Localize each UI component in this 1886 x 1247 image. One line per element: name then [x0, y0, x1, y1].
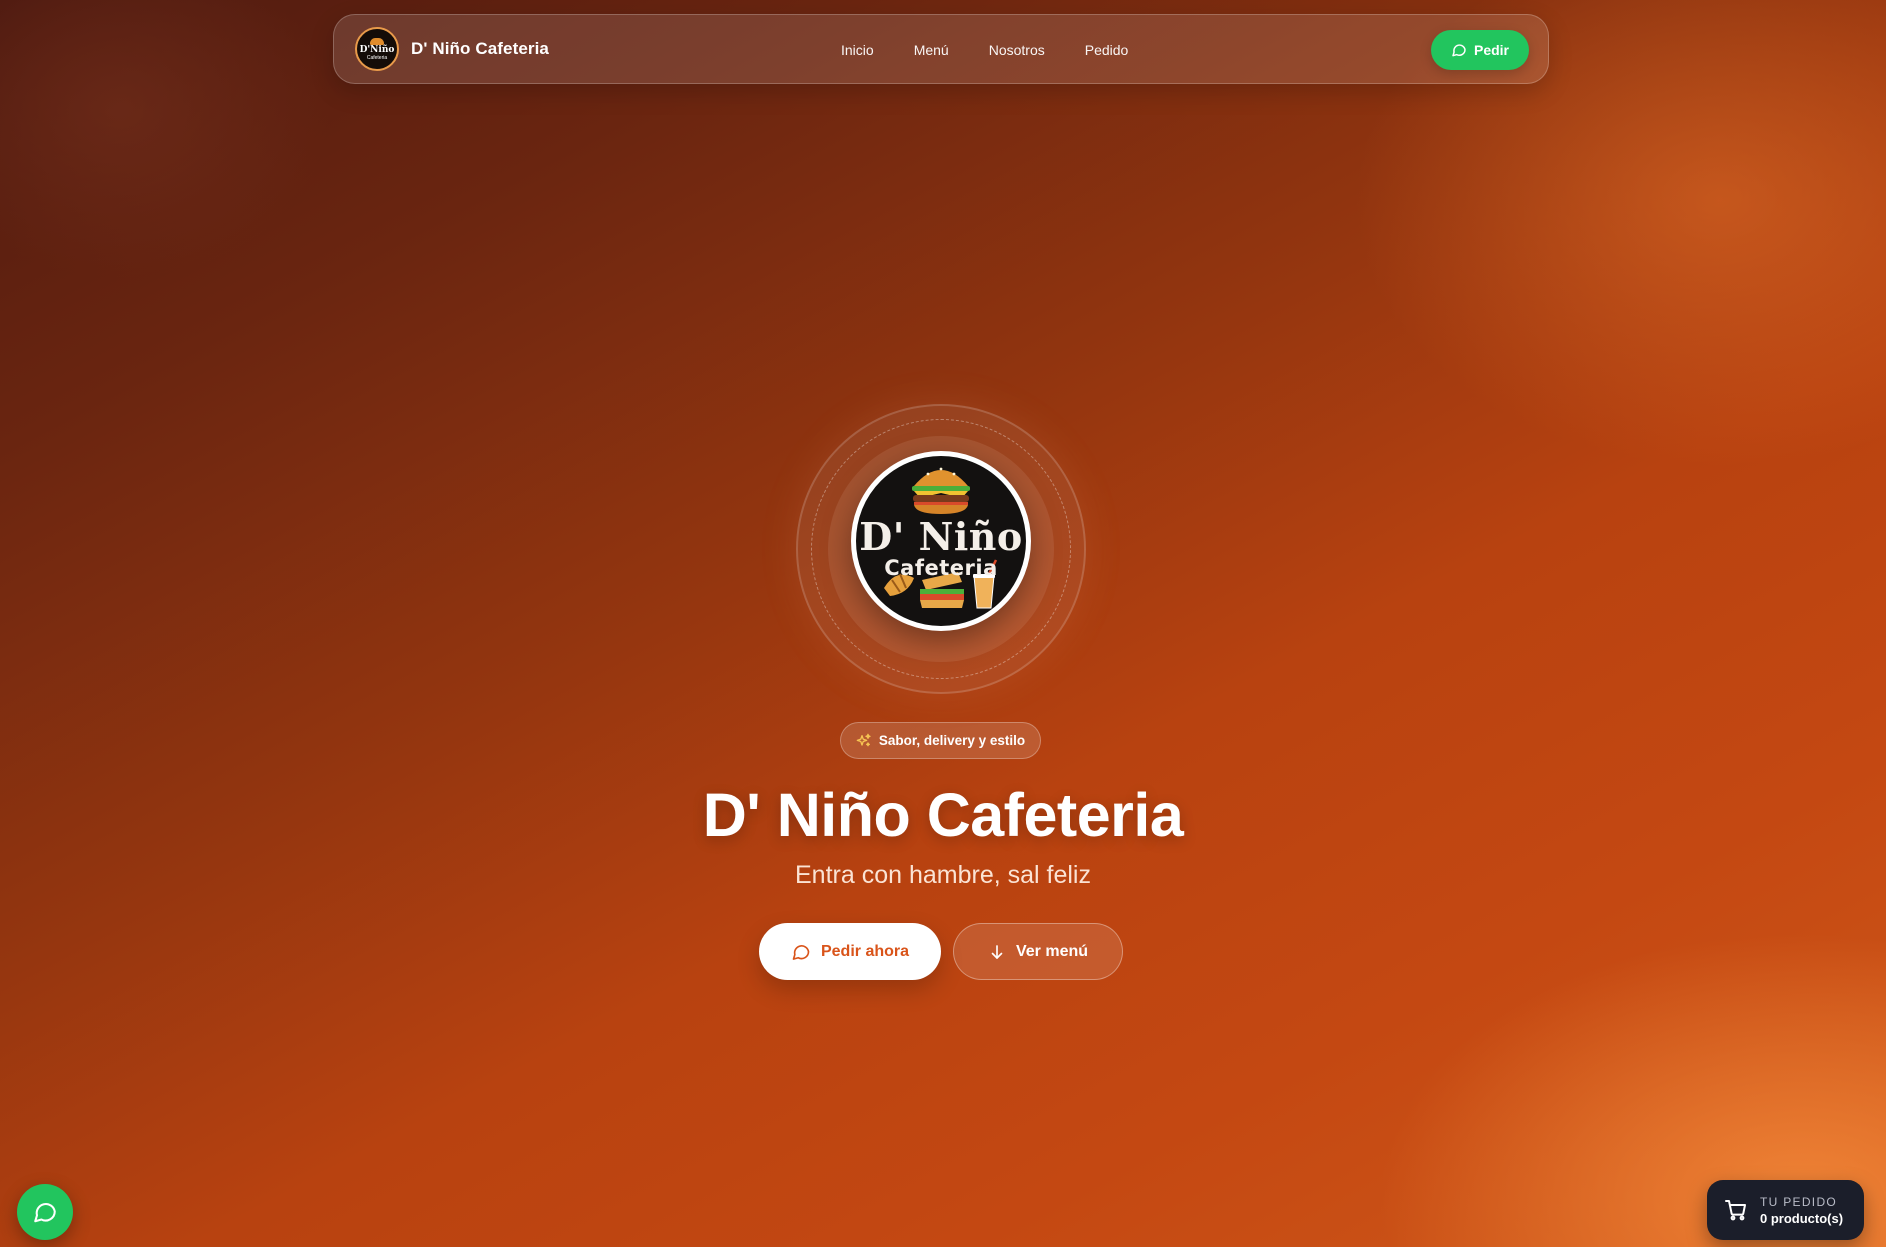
- nav-link-menu[interactable]: Menú: [914, 42, 949, 58]
- chat-bubble-icon: [791, 942, 811, 962]
- whatsapp-float-button[interactable]: [17, 1184, 73, 1240]
- chat-bubble-icon: [32, 1199, 58, 1225]
- cart-label: TU PEDIDO: [1760, 1194, 1838, 1209]
- arrow-down-icon: [988, 943, 1006, 961]
- brand-logo: D'Niño Cafeteria: [355, 27, 399, 71]
- nav-link-nosotros[interactable]: Nosotros: [989, 42, 1045, 58]
- tagline-badge: Sabor, delivery y estilo: [840, 722, 1041, 759]
- brand-name: D' Niño Cafeteria: [411, 39, 549, 58]
- nav-link-pedido[interactable]: Pedido: [1085, 42, 1129, 58]
- sparkles-icon: [856, 733, 872, 749]
- burger-icon: [912, 467, 970, 514]
- brand-logo-subtext: Cafeteria: [366, 54, 388, 61]
- order-now-button[interactable]: Pedir ahora: [759, 923, 941, 980]
- nav-links: Inicio Menú Nosotros Pedido: [841, 15, 1128, 85]
- nav-order-label: Pedir: [1473, 42, 1509, 58]
- nav-order-button[interactable]: Pedir: [1431, 30, 1529, 70]
- hero-logo: D' Niño Cafeteria: [796, 404, 1086, 694]
- hero-title: D' Niño Cafeteria: [702, 781, 1184, 849]
- nav-link-inicio[interactable]: Inicio: [841, 42, 874, 58]
- cart-summary-button[interactable]: TU PEDIDO 0 producto(s): [1707, 1180, 1864, 1240]
- view-menu-label: Ver menú: [1015, 942, 1089, 960]
- cart-count: 0 producto(s): [1760, 1210, 1844, 1226]
- logo-subtitle: Cafeteria: [884, 556, 998, 580]
- order-now-label: Pedir ahora: [820, 942, 910, 960]
- hero-subtitle: Entra con hambre, sal feliz: [795, 861, 1091, 889]
- view-menu-button[interactable]: Ver menú: [953, 923, 1123, 980]
- brand[interactable]: D'Niño Cafeteria D' Niño Cafeteria: [355, 27, 549, 71]
- logo-disc: D' Niño Cafeteria: [851, 451, 1031, 631]
- logo-title: D' Niño: [859, 514, 1023, 559]
- cart-summary-text: TU PEDIDO 0 producto(s): [1760, 1195, 1843, 1226]
- burger-icon: [370, 37, 384, 45]
- shopping-cart-icon: [1724, 1198, 1748, 1222]
- chat-bubble-icon: [1451, 42, 1467, 58]
- navbar: D'Niño Cafeteria D' Niño Cafeteria Inici…: [333, 14, 1549, 84]
- brand-logo-text: D'Niño: [359, 44, 395, 55]
- tagline-text: Sabor, delivery y estilo: [878, 733, 1026, 748]
